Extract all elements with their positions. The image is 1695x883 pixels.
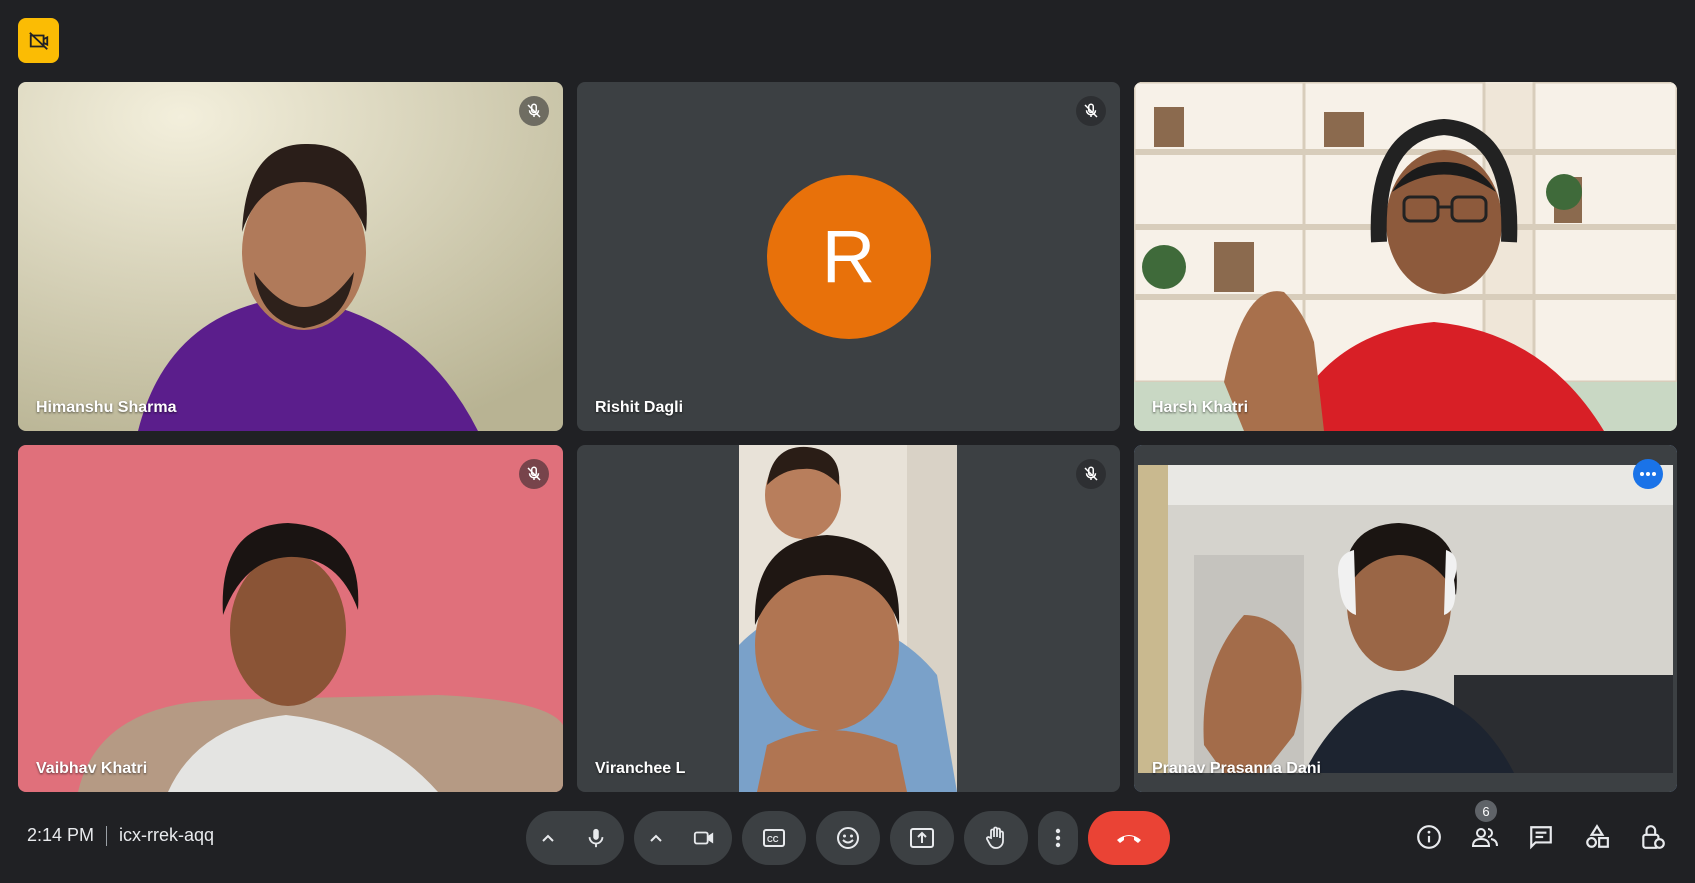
host-controls-icon	[1642, 825, 1665, 849]
participant-name: Pranav Prasanna Dani	[1152, 760, 1321, 777]
participant-tile[interactable]: Harsh Khatri	[1134, 82, 1677, 431]
side-panel-controls: 6	[1409, 800, 1673, 857]
participant-name: Harsh Khatri	[1152, 399, 1249, 416]
chat-button[interactable]	[1521, 817, 1561, 857]
video-control-group	[634, 811, 732, 865]
raise-hand-button[interactable]	[964, 811, 1028, 865]
divider	[106, 825, 108, 846]
recording-status-icon[interactable]	[18, 18, 59, 63]
more-options-button[interactable]	[1038, 811, 1078, 865]
info-icon	[1417, 825, 1441, 849]
mic-off-icon	[519, 96, 549, 126]
people-icon	[1471, 828, 1498, 847]
mic-off-icon	[1076, 96, 1106, 126]
chat-icon	[1530, 826, 1552, 850]
participant-video	[739, 445, 957, 792]
meeting-time: 2:14 PM	[27, 825, 95, 845]
participant-tile[interactable]: Himanshu Sharma	[18, 82, 563, 431]
call-controls: CC	[526, 811, 1170, 865]
present-screen-icon	[910, 828, 934, 848]
mic-off-icon	[1076, 459, 1106, 489]
participant-name: Vaibhav Khatri	[36, 760, 148, 777]
participant-video	[1134, 82, 1677, 431]
participant-tile[interactable]: Vaibhav Khatri	[18, 445, 563, 792]
captions-icon: CC	[763, 829, 785, 847]
emoji-icon	[837, 827, 859, 849]
captions-button[interactable]: CC	[742, 811, 806, 865]
mic-off-icon	[519, 459, 549, 489]
participant-name: Rishit Dagli	[595, 399, 684, 416]
video-options-chevron-up-icon[interactable]	[634, 811, 678, 865]
meeting-details: 2:14 PM icx-rrek-aqq	[27, 825, 214, 846]
people-button[interactable]: 6	[1465, 800, 1505, 857]
participant-video	[18, 82, 563, 431]
more-options-icon[interactable]	[1633, 459, 1663, 489]
audio-control-group	[526, 811, 624, 865]
participant-tile[interactable]: Viranchee L	[577, 445, 1120, 792]
participant-tile[interactable]: R Rishit Dagli	[577, 82, 1120, 431]
no-recording-icon	[28, 31, 48, 50]
activities-button[interactable]	[1577, 817, 1617, 857]
microphone-button[interactable]	[570, 812, 622, 864]
avatar: R	[766, 174, 931, 339]
participant-name: Viranchee L	[595, 760, 686, 777]
participant-video	[1134, 445, 1677, 792]
end-call-button[interactable]	[1088, 811, 1170, 865]
participant-video	[18, 445, 563, 792]
camera-icon	[693, 831, 714, 845]
present-screen-button[interactable]	[890, 811, 954, 865]
more-vert-icon	[1055, 828, 1061, 848]
camera-button[interactable]	[678, 812, 730, 864]
mic-icon	[588, 828, 604, 848]
svg-text:CC: CC	[767, 835, 779, 844]
audio-options-chevron-up-icon[interactable]	[526, 811, 570, 865]
raise-hand-icon	[986, 826, 1004, 849]
reactions-button[interactable]	[816, 811, 880, 865]
host-controls-button[interactable]	[1633, 817, 1673, 857]
participant-tile-active[interactable]: Pranav Prasanna Dani	[1134, 445, 1677, 792]
meeting-details-button[interactable]	[1409, 817, 1449, 857]
participant-count-badge: 6	[1475, 800, 1497, 822]
activities-icon	[1586, 824, 1609, 848]
meeting-code[interactable]: icx-rrek-aqq	[119, 825, 214, 846]
end-call-icon	[1117, 835, 1141, 843]
participant-name: Himanshu Sharma	[36, 399, 177, 416]
